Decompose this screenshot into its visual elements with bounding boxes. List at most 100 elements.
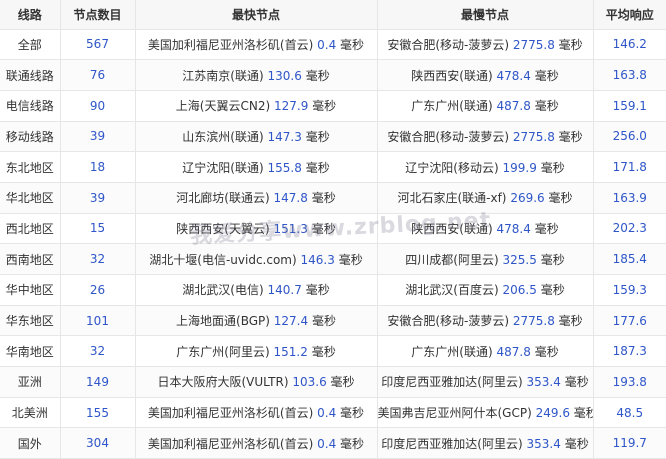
fastest-location: 美国加利福尼亚州洛杉矶(首云) bbox=[147, 37, 314, 52]
line-cell: 国外 bbox=[0, 427, 61, 459]
table-row: 华东地区 101 上海地面通(BGP) 127.4 毫秒 安徽合肥(移动-菠萝云) 2… bbox=[0, 305, 666, 337]
line-label: 东北地区 bbox=[5, 160, 54, 175]
fastest-cell: 湖北十堰(电信-uvidc.com) 146.3 毫秒 bbox=[135, 243, 378, 275]
avg-response: 171.8 bbox=[612, 160, 647, 175]
line-cell: 华东地区 bbox=[0, 305, 61, 337]
table-row: 亚洲 149 日本大阪府大阪(VULTR) 103.6 毫秒 印度尼西亚雅加达(阿里云… bbox=[0, 366, 666, 398]
slowest-cell: 安徽合肥(移动-菠萝云) 2775.8 毫秒 bbox=[377, 305, 594, 337]
header-fastest-node: 最快节点 bbox=[135, 0, 378, 30]
avg-cell: 171.8 bbox=[593, 151, 666, 183]
fastest-ms: 0.4 bbox=[317, 436, 337, 451]
table-row: 华北地区 39 河北廊坊(联通云) 147.8 毫秒 河北石家庄(联通-xf) 269… bbox=[0, 182, 666, 214]
unit-label: 毫秒 bbox=[312, 99, 337, 114]
slowest-location: 广东广州(联通) bbox=[411, 99, 493, 114]
slowest-cell: 陕西西安(联通) 478.4 毫秒 bbox=[377, 59, 594, 91]
avg-response: 187.3 bbox=[612, 344, 647, 359]
slowest-ms: 325.5 bbox=[502, 252, 537, 267]
table-row: 国外 304 美国加利福尼亚州洛杉矶(首云) 0.4 毫秒 印度尼西亚雅加达(阿里云)… bbox=[0, 427, 666, 459]
fastest-location: 上海(天翼云CN2) bbox=[175, 99, 271, 114]
unit-label: 毫秒 bbox=[540, 160, 565, 175]
ping-results-table: 线路 节点数目 最快节点 最慢节点 平均响应 全部 567 美国加利福尼亚州洛杉矶(… bbox=[0, 0, 666, 459]
avg-cell: 159.3 bbox=[593, 274, 666, 306]
fastest-location: 广东广州(阿里云) bbox=[176, 344, 270, 359]
fastest-ms: 127.9 bbox=[273, 99, 309, 114]
table-row: 华南地区 32 广东广州(阿里云) 151.2 毫秒 广东广州(联通) 487.8 毫… bbox=[0, 335, 666, 368]
slowest-location: 辽宁沈阳(移动云) bbox=[405, 160, 499, 175]
fastest-cell: 美国加利福尼亚州洛杉矶(首云) 0.4 毫秒 bbox=[135, 427, 378, 459]
avg-cell: 119.7 bbox=[593, 427, 666, 459]
slowest-ms: 487.8 bbox=[496, 344, 531, 359]
fastest-ms: 151.2 bbox=[273, 344, 308, 359]
fastest-location: 辽宁沈阳(联通) bbox=[182, 160, 264, 175]
unit-label: 毫秒 bbox=[311, 314, 336, 329]
slowest-location: 安徽合肥(移动-菠萝云) bbox=[387, 129, 510, 144]
line-cell: 华中地区 bbox=[0, 274, 61, 306]
slowest-location: 湖北武汉(百度云) bbox=[405, 283, 499, 298]
avg-response: 159.1 bbox=[612, 98, 647, 113]
node-count: 567 bbox=[86, 37, 109, 52]
unit-label: 毫秒 bbox=[534, 99, 559, 114]
avg-response: 202.3 bbox=[612, 221, 647, 236]
line-cell: 全部 bbox=[0, 29, 61, 61]
line-cell: 亚洲 bbox=[0, 366, 61, 398]
line-label: 华东地区 bbox=[5, 314, 54, 329]
count-cell: 567 bbox=[60, 29, 136, 61]
slowest-location: 四川成都(阿里云) bbox=[405, 252, 499, 267]
node-count: 76 bbox=[89, 68, 106, 83]
slowest-cell: 印度尼西亚雅加达(阿里云) 353.4 毫秒 bbox=[377, 366, 594, 398]
fastest-cell: 美国加利福尼亚州洛杉矶(首云) 0.4 毫秒 bbox=[135, 397, 378, 429]
fastest-location: 美国加利福尼亚州洛杉矶(首云) bbox=[147, 406, 314, 421]
slowest-ms: 249.6 bbox=[535, 406, 570, 421]
fastest-location: 山东滨州(联通) bbox=[182, 129, 264, 144]
fastest-cell: 上海地面通(BGP) 127.4 毫秒 bbox=[135, 305, 378, 337]
avg-cell: 163.9 bbox=[593, 182, 666, 214]
avg-response: 256.0 bbox=[612, 129, 647, 144]
slowest-ms: 487.8 bbox=[496, 99, 531, 114]
fastest-cell: 江苏南京(联通) 130.6 毫秒 bbox=[135, 59, 378, 91]
line-label: 国外 bbox=[17, 436, 42, 451]
unit-label: 毫秒 bbox=[305, 68, 330, 83]
unit-label: 毫秒 bbox=[534, 221, 559, 236]
slowest-ms: 199.9 bbox=[502, 160, 537, 175]
node-count: 39 bbox=[89, 190, 106, 205]
table-row: 全部 567 美国加利福尼亚州洛杉矶(首云) 0.4 毫秒 安徽合肥(移动-菠萝云) … bbox=[0, 29, 666, 61]
slowest-location: 安徽合肥(移动-菠萝云) bbox=[387, 37, 510, 52]
slowest-cell: 广东广州(联通) 487.8 毫秒 bbox=[377, 335, 594, 368]
line-cell: 北美洲 bbox=[0, 397, 61, 429]
unit-label: 毫秒 bbox=[330, 375, 355, 390]
unit-label: 毫秒 bbox=[534, 68, 559, 83]
slowest-ms: 2775.8 bbox=[512, 314, 555, 329]
fastest-ms: 0.4 bbox=[317, 406, 337, 421]
slowest-location: 印度尼西亚雅加达(阿里云) bbox=[381, 436, 523, 451]
slowest-ms: 269.6 bbox=[510, 191, 545, 206]
avg-response: 177.6 bbox=[612, 313, 647, 328]
count-cell: 304 bbox=[60, 427, 136, 459]
ping-results-panel: 线路 节点数目 最快节点 最慢节点 平均响应 全部 567 美国加利福尼亚州洛杉矶(… bbox=[0, 0, 666, 459]
avg-cell: 159.1 bbox=[593, 90, 666, 122]
count-cell: 39 bbox=[60, 182, 136, 214]
table-row: 电信线路 90 上海(天翼云CN2) 127.9 毫秒 广东广州(联通) 487.8 … bbox=[0, 90, 666, 122]
slowest-cell: 湖北武汉(百度云) 206.5 毫秒 bbox=[377, 274, 594, 306]
line-cell: 电信线路 bbox=[0, 90, 61, 122]
node-count: 149 bbox=[86, 374, 109, 389]
count-cell: 101 bbox=[60, 305, 136, 337]
unit-label: 毫秒 bbox=[311, 344, 336, 359]
count-cell: 90 bbox=[60, 90, 136, 122]
table-body: 全部 567 美国加利福尼亚州洛杉矶(首云) 0.4 毫秒 安徽合肥(移动-菠萝云) … bbox=[0, 29, 666, 459]
node-count: 32 bbox=[89, 252, 106, 267]
count-cell: 15 bbox=[60, 213, 136, 245]
header-line: 线路 bbox=[0, 0, 61, 30]
avg-response: 119.7 bbox=[612, 436, 647, 451]
slowest-location: 印度尼西亚雅加达(阿里云) bbox=[381, 375, 523, 390]
avg-cell: 48.5 bbox=[593, 397, 666, 429]
fastest-location: 上海地面通(BGP) bbox=[176, 314, 270, 329]
fastest-cell: 河北廊坊(联通云) 147.8 毫秒 bbox=[135, 182, 378, 214]
unit-label: 毫秒 bbox=[305, 129, 330, 144]
fastest-ms: 140.7 bbox=[267, 283, 302, 298]
slowest-cell: 四川成都(阿里云) 325.5 毫秒 bbox=[377, 243, 594, 275]
line-cell: 移动线路 bbox=[0, 121, 61, 153]
fastest-cell: 美国加利福尼亚州洛杉矶(首云) 0.4 毫秒 bbox=[135, 29, 378, 61]
slowest-ms: 478.4 bbox=[496, 221, 531, 236]
line-label: 西南地区 bbox=[5, 252, 54, 267]
table-row: 联通线路 76 江苏南京(联通) 130.6 毫秒 陕西西安(联通) 478.4 毫秒… bbox=[0, 59, 666, 91]
